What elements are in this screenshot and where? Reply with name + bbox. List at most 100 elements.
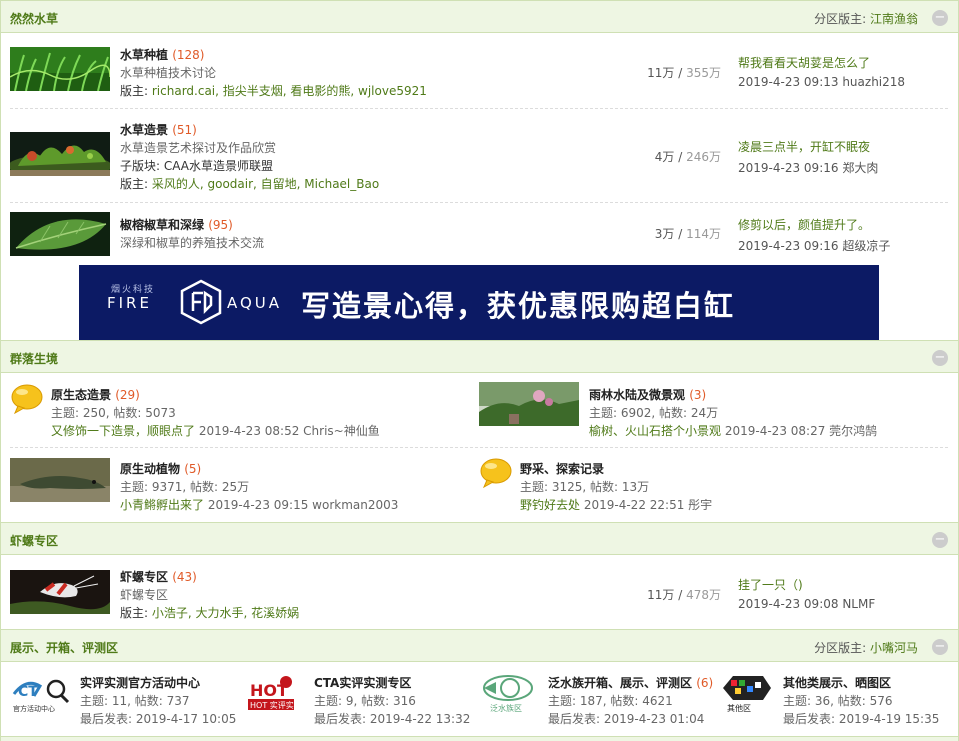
last-post-title[interactable]: 又修饰一下造景，顺眼点了 xyxy=(51,424,195,438)
forum-index: 然然水草 分区版主: 江南渔翁 − 水草种植 (128) 水草种植技术讨论 版主… xyxy=(0,0,959,741)
section-title[interactable]: 展示、开箱、评测区 xyxy=(10,639,118,656)
forum-icon-hot[interactable]: HOT HOT 实评实测 xyxy=(244,672,306,714)
collapse-icon[interactable]: − xyxy=(932,10,948,26)
thread-count: 11万 xyxy=(647,588,675,602)
forum-title[interactable]: 虾螺专区 (43) xyxy=(120,568,197,585)
section-title[interactable]: 虾螺专区 xyxy=(10,532,58,549)
forum-title-link[interactable]: 雨林水陆及微景观 xyxy=(589,388,685,402)
last-post-title[interactable]: 小青鳉孵出来了 xyxy=(120,498,204,512)
forum-title[interactable]: 椒榕椒草和深绿 (95) xyxy=(120,216,233,233)
forum-title[interactable]: 水草种植 (128) xyxy=(120,46,204,63)
forum-last-post: 最后发表: 2019-4-22 13:32 xyxy=(314,712,471,726)
last-post-time: 2019-4-23 08:27 xyxy=(724,424,826,438)
last-post-user[interactable]: 彤宇 xyxy=(688,498,712,512)
forum-description: 水草种植技术讨论 xyxy=(120,66,217,80)
section-header-qunluo: 群落生境 − xyxy=(1,340,958,373)
forum-stats: 主题: 9371, 帖数: 25万 xyxy=(120,480,250,494)
today-count: (29) xyxy=(115,388,140,402)
moderator-link[interactable]: 小嘴河马 xyxy=(870,641,918,655)
last-post-time: 2019-4-23 09:15 xyxy=(207,498,309,512)
subforum-list: 子版块: CAA水草造景师联盟 xyxy=(120,157,273,174)
thread-count: 4万 xyxy=(654,150,675,164)
last-post-title[interactable]: 帮我看看天胡荽是怎么了 xyxy=(738,56,870,70)
forum-title[interactable]: 泛水族开箱、展示、评测区 (6) xyxy=(548,674,713,691)
last-post-title[interactable]: 榆树、火山石搭个小景观 xyxy=(589,424,721,438)
moderator-link[interactable]: 江南渔翁 xyxy=(870,12,918,26)
collapse-icon[interactable]: − xyxy=(932,532,948,548)
section-title[interactable]: 群落生境 xyxy=(10,350,58,367)
last-post-meta: 2019-4-23 09:16 郑大肉 xyxy=(738,159,878,176)
forum-title-link[interactable]: 泛水族开箱、展示、评测区 xyxy=(548,676,692,690)
forum-title[interactable]: 野采、探索记录 xyxy=(520,460,604,477)
forum-title-link[interactable]: 原生动植物 xyxy=(120,462,180,476)
forum-title-link[interactable]: 原生态造景 xyxy=(51,388,111,402)
forum-moderators: 版主: richard.cai, 指尖半支烟, 看电影的熊, wjlove592… xyxy=(120,82,427,99)
forum-title[interactable]: 雨林水陆及微景观 (3) xyxy=(589,386,706,403)
last-post-user[interactable]: Chris~神仙鱼 xyxy=(303,424,380,438)
last-post-user[interactable]: 郑大肉 xyxy=(842,161,878,175)
thread-count: 3万 xyxy=(654,227,675,241)
forum-title-link[interactable]: 水草种植 xyxy=(120,48,168,62)
forum-thumbnail[interactable] xyxy=(10,212,110,256)
forum-thumbnail[interactable] xyxy=(10,570,110,614)
icon-label: 官方活动中心 xyxy=(13,704,55,713)
forum-icon-official[interactable]: CT 官方活动中心 xyxy=(10,672,72,714)
last-post-time: 2019-4-23 09:08 xyxy=(738,597,839,611)
forum-title[interactable]: 原生态造景 (29) xyxy=(51,386,140,403)
moderators-links[interactable]: richard.cai, 指尖半支烟, 看电影的熊, wjlove5921 xyxy=(152,84,427,98)
forum-title-link[interactable]: 其他类展示、晒图区 xyxy=(783,676,891,690)
forum-title-link[interactable]: 实评实测官方活动中心 xyxy=(80,676,200,690)
ad-banner[interactable]: 烟火科技 FIRE AQUA 写造景心得，获优惠限购超白缸 xyxy=(79,265,879,340)
last-post-user[interactable]: 莞尔鸿鹄 xyxy=(829,424,877,438)
forum-title-link[interactable]: 虾螺专区 xyxy=(120,570,168,584)
forum-thumbnail[interactable] xyxy=(479,382,579,426)
post-count: 114万 xyxy=(686,227,721,241)
forum-stats: 主题: 187, 帖数: 4621 xyxy=(548,694,673,708)
today-count: (128) xyxy=(172,48,205,62)
last-post-title[interactable]: 凌晨三点半，开缸不眠夜 xyxy=(738,140,870,154)
last-post-time: 2019-4-23 09:13 xyxy=(738,75,839,89)
forum-title-link[interactable]: CTA实评实测专区 xyxy=(314,676,411,690)
last-post-user[interactable]: workman2003 xyxy=(312,498,398,512)
last-post-title[interactable]: 野钓好去处 xyxy=(520,498,580,512)
forum-title-link[interactable]: 椒榕椒草和深绿 xyxy=(120,218,204,232)
forum-title[interactable]: 其他类展示、晒图区 xyxy=(783,674,891,691)
forum-title-link[interactable]: 野采、探索记录 xyxy=(520,462,604,476)
icon-label: HOT 实评实测 xyxy=(250,700,302,710)
today-count: (95) xyxy=(208,218,233,232)
last-post: 凌晨三点半，开缸不眠夜 2019-4-23 09:16 郑大肉 xyxy=(738,138,878,176)
forum-icon-other[interactable]: 其他区 xyxy=(713,672,775,714)
moderators-links[interactable]: 采风的人, goodair, 自留地, Michael_Bao xyxy=(152,177,379,191)
forum-title[interactable]: 实评实测官方活动中心 xyxy=(80,674,200,691)
collapse-icon[interactable]: − xyxy=(932,639,948,655)
last-post-user[interactable]: NLMF xyxy=(842,597,875,611)
forum-icon-aquarium[interactable]: 泛水族区 xyxy=(478,672,540,714)
forum-stats: 主题: 11, 帖数: 737 xyxy=(80,694,190,708)
moderators-links[interactable]: 小浩子, 大力水手, 花溪娇娲 xyxy=(152,606,299,620)
forum-thumbnail[interactable] xyxy=(10,132,110,176)
last-post-user[interactable]: 超级凉子 xyxy=(842,239,890,253)
forum-bubble-icon[interactable] xyxy=(10,384,44,415)
forum-title-link[interactable]: 水草造景 xyxy=(120,123,168,137)
icon-label: 其他区 xyxy=(727,703,751,713)
collapse-icon[interactable]: − xyxy=(932,350,948,366)
forum-thumbnail[interactable] xyxy=(10,47,110,91)
forum-thumbnail[interactable] xyxy=(10,458,110,502)
bottom-border xyxy=(1,736,958,741)
forum-title[interactable]: 原生动植物 (5) xyxy=(120,460,201,477)
subforum-link[interactable]: CAA水草造景师联盟 xyxy=(164,159,273,173)
forum-stats: 主题: 3125, 帖数: 13万 xyxy=(520,480,650,494)
forum-bubble-icon[interactable] xyxy=(479,458,513,489)
forum-title[interactable]: CTA实评实测专区 xyxy=(314,674,411,691)
last-post-title[interactable]: 修剪以后，颜值提升了。 xyxy=(738,218,870,232)
forum-title[interactable]: 水草造景 (51) xyxy=(120,121,197,138)
forum-description: 虾螺专区 xyxy=(120,588,169,602)
forum-stats: 主题: 9, 帖数: 316 xyxy=(314,694,416,708)
banner-slogan: 写造景心得，获优惠限购超白缸 xyxy=(301,289,736,323)
section-title[interactable]: 然然水草 xyxy=(10,10,58,27)
moderators-label: 版主: xyxy=(120,177,149,191)
last-post: 榆树、火山石搭个小景观 2019-4-23 08:27 莞尔鸿鹄 xyxy=(589,422,877,439)
last-post-title[interactable]: 挂了一只（) xyxy=(738,578,803,592)
last-post-user[interactable]: huazhi218 xyxy=(842,75,905,89)
banner-logo-icon xyxy=(179,279,223,328)
